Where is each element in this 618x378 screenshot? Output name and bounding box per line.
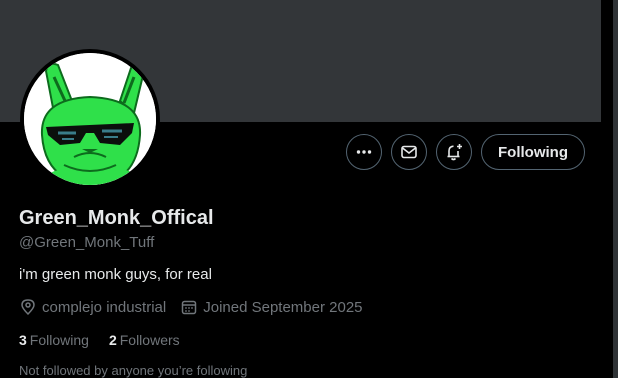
location-item: complejo industrial [19,298,166,316]
followed-by-note: Not followed by anyone you’re following [19,363,248,378]
bell-plus-icon [447,144,463,161]
following-button[interactable]: Following [481,134,585,170]
profile-bio: i'm green monk guys, for real [19,266,212,283]
joined-item: Joined September 2025 [180,298,363,316]
user-handle: @Green_Monk_Tuff [19,234,155,251]
following-label: Following [29,332,89,348]
followers-stat[interactable]: 2 Followers [109,332,180,348]
location-pin-icon [21,299,35,316]
following-count: 3 [19,332,27,348]
more-icon [356,150,372,154]
following-stat[interactable]: 3 Following [19,332,89,348]
scrollbar[interactable] [613,0,618,378]
profile-avatar[interactable] [20,49,160,189]
location-text: complejo industrial [42,298,167,316]
calendar-icon [181,300,197,315]
more-button[interactable] [346,134,383,170]
follow-stats: 3 Following 2 Followers [19,332,200,348]
notifications-button[interactable] [436,134,473,170]
display-name: Green_Monk_Offical [19,207,214,229]
avatar-image [24,53,156,185]
profile-page: Following Green_Monk_Offical @Green_Monk… [0,0,618,378]
profile-meta: complejo industrial Joined September 202… [19,298,377,316]
green-bunny-avatar-icon [24,53,156,185]
message-button[interactable] [391,134,428,170]
profile-actions: Following [346,134,585,170]
followers-count: 2 [108,332,117,348]
mail-icon [401,145,417,159]
followers-label: Followers [119,332,180,348]
joined-text: Joined September 2025 [203,298,363,316]
